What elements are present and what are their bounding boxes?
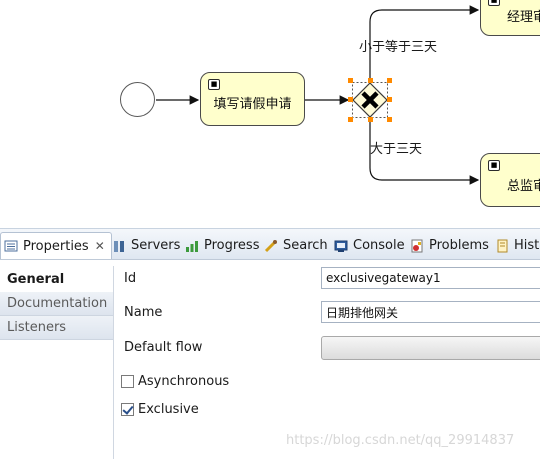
flow-label-less-than: 小于等于三天: [359, 40, 438, 55]
task-leave-request[interactable]: ■ 填写请假申请: [200, 72, 305, 126]
properties-view: General Documentation Listeners Id Name …: [0, 260, 540, 459]
tab-properties[interactable]: Properties ✕: [0, 232, 112, 259]
bpmn-diagram-canvas[interactable]: ■ 填写请假申请 ■ 经理审 ■ 总监审 小于等于三天 大于三天: [0, 0, 540, 228]
resize-handle[interactable]: [348, 97, 353, 102]
tab-console[interactable]: Console: [334, 233, 405, 258]
task-manager-approval[interactable]: ■ 经理审: [480, 0, 540, 36]
sidebar-item-documentation[interactable]: Documentation: [0, 292, 113, 316]
user-task-icon: ■: [208, 79, 220, 90]
resize-handle[interactable]: [387, 78, 392, 83]
asynchronous-label: Asynchronous: [138, 374, 230, 389]
tab-search[interactable]: Search: [264, 233, 328, 258]
tab-label: Problems: [429, 238, 489, 253]
flow-label-greater-than: 大于三天: [370, 142, 423, 157]
sidebar-item-general[interactable]: General: [0, 268, 113, 292]
tab-servers[interactable]: Servers: [112, 233, 180, 258]
asynchronous-row[interactable]: Asynchronous: [121, 374, 229, 389]
history-icon: [495, 239, 509, 253]
sidebar-item-listeners[interactable]: Listeners: [0, 316, 113, 340]
task-label: 总监审: [507, 179, 540, 194]
exclusive-label: Exclusive: [138, 402, 199, 417]
default-flow-select[interactable]: [321, 336, 540, 360]
watermark-url: https://blog.csdn.net/qq_29914837: [286, 433, 515, 448]
tab-label: Servers: [131, 238, 181, 253]
close-icon[interactable]: ✕: [95, 239, 105, 253]
id-field[interactable]: [321, 267, 540, 289]
user-task-icon: ■: [488, 160, 500, 171]
tab-label: Histo: [514, 238, 540, 253]
tab-progress[interactable]: Progress: [185, 233, 259, 258]
default-flow-label: Default flow: [124, 340, 203, 355]
asynchronous-checkbox[interactable]: [121, 375, 134, 388]
tab-label: Search: [283, 238, 328, 253]
exclusive-gateway[interactable]: [350, 80, 390, 120]
servers-icon: [112, 239, 126, 253]
tab-label: Console: [353, 238, 405, 253]
properties-icon: [4, 239, 18, 253]
gateway-diamond-icon: [352, 82, 388, 118]
start-event[interactable]: [120, 82, 155, 117]
properties-sidebar: General Documentation Listeners: [0, 266, 114, 459]
problems-icon: [410, 239, 424, 253]
id-label: Id: [124, 271, 137, 286]
resize-handle[interactable]: [348, 117, 353, 122]
tab-label: Progress: [204, 238, 260, 253]
exclusive-checkbox[interactable]: [121, 403, 134, 416]
exclusive-row[interactable]: Exclusive: [121, 402, 199, 417]
resize-handle[interactable]: [368, 117, 373, 122]
resize-handle[interactable]: [348, 78, 353, 83]
progress-icon: [185, 239, 199, 253]
task-label: 经理审: [507, 10, 540, 25]
user-task-icon: ■: [488, 0, 500, 6]
resize-handle[interactable]: [387, 97, 392, 102]
view-tab-bar: Properties ✕ Servers Progress Search Con…: [0, 228, 540, 260]
tab-label: Properties: [23, 238, 89, 254]
tab-problems[interactable]: Problems: [410, 233, 489, 258]
task-label: 填写请假申请: [213, 97, 292, 112]
task-director-approval[interactable]: ■ 总监审: [480, 153, 540, 207]
console-icon: [334, 239, 348, 253]
tab-history[interactable]: Histo: [495, 233, 540, 258]
search-icon: [264, 239, 278, 253]
resize-handle[interactable]: [387, 117, 392, 122]
resize-handle[interactable]: [368, 78, 373, 83]
name-field[interactable]: [321, 301, 540, 323]
name-label: Name: [124, 305, 163, 320]
